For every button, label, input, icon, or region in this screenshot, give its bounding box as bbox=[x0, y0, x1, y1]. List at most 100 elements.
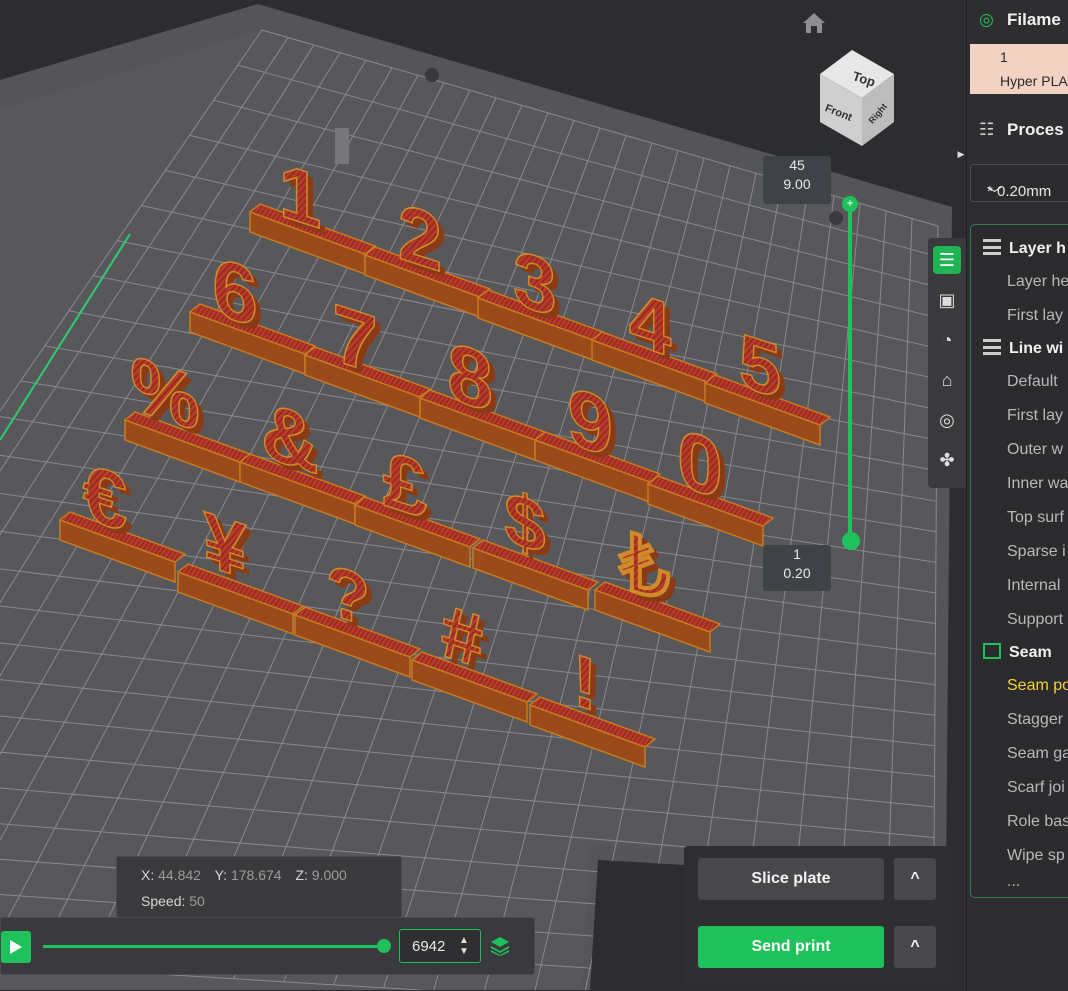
layer-top-number: 45 bbox=[789, 157, 805, 173]
group-line-width-label: Line wi bbox=[1009, 340, 1064, 357]
settings-list: Layer h Layer he First lay Line wi Defau… bbox=[970, 224, 1068, 898]
layer-bottom-number: 1 bbox=[793, 546, 801, 562]
model-glyph-15: ₺ bbox=[618, 515, 671, 621]
setting-top-surface[interactable]: Top surf bbox=[1007, 509, 1064, 527]
send-print-button[interactable]: Send print bbox=[698, 926, 884, 968]
layer-height-icon bbox=[983, 239, 1001, 255]
y-value: 178.674 bbox=[230, 867, 282, 883]
settings-sidebar: ◎ Filame 1 Hyper PLA ☷ Proces ﹀ * 0.20mm L… bbox=[966, 0, 1068, 991]
plate-screw bbox=[829, 211, 843, 225]
process-header: ☷ Proces bbox=[979, 120, 1064, 140]
setting-outer-wall[interactable]: Outer w bbox=[1007, 441, 1063, 459]
speed-value: 50 bbox=[189, 893, 205, 909]
layer-top-label: 45 9.00 bbox=[763, 156, 831, 204]
layer-slider-track[interactable] bbox=[848, 204, 852, 542]
layer-top-height: 9.00 bbox=[783, 176, 811, 192]
group-seam[interactable]: Seam bbox=[983, 643, 1052, 662]
measure-icon[interactable]: ◎ bbox=[933, 406, 961, 434]
setting-internal[interactable]: Internal bbox=[1007, 577, 1060, 595]
view-cube[interactable]: Top Front Right bbox=[808, 44, 898, 154]
filament-slot[interactable]: 1 Hyper PLA bbox=[970, 44, 1068, 94]
process-preset-select[interactable]: ﹀ * 0.20mm bbox=[970, 164, 1068, 203]
x-value: 44.842 bbox=[158, 867, 201, 883]
setting-first-layer-height[interactable]: First lay bbox=[1007, 307, 1063, 325]
send-options-button[interactable]: ^ bbox=[894, 926, 936, 968]
sliders-icon: ☷ bbox=[979, 120, 995, 139]
assembly-icon[interactable]: ✤ bbox=[933, 446, 961, 474]
slice-options-button[interactable]: ^ bbox=[894, 858, 936, 900]
layer-view-icon[interactable]: ☰ bbox=[933, 246, 961, 274]
model-glyph-19: # bbox=[441, 586, 483, 686]
layer-bottom-label: 1 0.20 bbox=[763, 545, 831, 591]
setting-first-layer-width[interactable]: First lay bbox=[1007, 407, 1063, 425]
model-glyph-13: £ bbox=[383, 434, 427, 537]
model-glyph-12: & bbox=[261, 384, 319, 491]
filament-spool-icon: ◎ bbox=[979, 10, 994, 29]
setting-layer-height[interactable]: Layer he bbox=[1007, 273, 1068, 291]
setting-staggered[interactable]: Stagger bbox=[1007, 711, 1063, 729]
filament-title: Filame bbox=[1007, 10, 1061, 29]
group-layer-height[interactable]: Layer h bbox=[983, 239, 1066, 258]
support-icon[interactable]: ⌂ bbox=[933, 366, 961, 394]
layer-bottom-height: 0.20 bbox=[783, 565, 811, 581]
model-glyph-8: 8 bbox=[447, 324, 493, 430]
move-slider-handle[interactable] bbox=[377, 939, 391, 953]
filament-header: ◎ Filame bbox=[979, 10, 1061, 30]
setting-more: ... bbox=[1007, 873, 1021, 890]
model-glyph-7: 7 bbox=[332, 286, 378, 392]
layer-slider-top-handle[interactable]: + bbox=[842, 196, 858, 212]
model-glyph-1: 1 bbox=[279, 146, 321, 246]
layer-slider-bottom-handle[interactable] bbox=[842, 532, 860, 550]
spinner-arrows-icon[interactable]: ▲ ▼ bbox=[459, 935, 469, 957]
setting-seam-gap[interactable]: Seam ga bbox=[1007, 745, 1068, 763]
move-number-input[interactable]: 6942 ▲ ▼ bbox=[399, 929, 481, 963]
group-line-width[interactable]: Line wi bbox=[983, 339, 1063, 358]
speed-gauge-icon[interactable]: ◔ bbox=[933, 326, 961, 354]
move-value: 6942 bbox=[412, 938, 446, 955]
filament-slot-name: Hyper PLA bbox=[1000, 73, 1068, 89]
model-glyph-5: 5 bbox=[739, 316, 781, 416]
model-glyph-16: ¥ bbox=[203, 495, 247, 596]
model-glyph-6: 6 bbox=[212, 239, 258, 345]
model-glyph-4: 4 bbox=[629, 274, 671, 374]
home-icon[interactable] bbox=[801, 11, 827, 35]
cursor-info-box: X: 44.842 Y: 178.674 Z: 9.000 Speed: 50 bbox=[116, 856, 402, 918]
setting-seam-position[interactable]: Seam po bbox=[1007, 677, 1068, 695]
setting-sparse-infill[interactable]: Sparse i bbox=[1007, 543, 1066, 561]
layers-toggle-icon[interactable] bbox=[489, 935, 511, 957]
setting-wipe-speed[interactable]: Wipe sp bbox=[1007, 847, 1065, 865]
speed-label: Speed: bbox=[141, 893, 186, 909]
seam-icon bbox=[983, 643, 1001, 659]
model-glyph-10: 0 bbox=[677, 411, 723, 517]
z-value: 9.000 bbox=[311, 867, 347, 883]
plate-screw bbox=[425, 68, 439, 82]
process-title: Proces bbox=[1007, 120, 1064, 139]
model-glyph-14: € bbox=[83, 447, 127, 550]
model-glyph-18: ? bbox=[326, 548, 370, 643]
move-slider-track[interactable] bbox=[43, 945, 385, 948]
setting-role-based[interactable]: Role bas bbox=[1007, 813, 1068, 831]
slice-plate-button[interactable]: Slice plate bbox=[698, 858, 884, 900]
line-width-icon bbox=[983, 339, 1001, 355]
model-glyph-9: 9 bbox=[567, 369, 613, 475]
preset-value: * 0.20mm bbox=[987, 183, 1052, 200]
model-glyph-2: 2 bbox=[398, 187, 442, 290]
z-label: Z: bbox=[295, 867, 308, 883]
3d-viewport[interactable]: 1 1 2 2 3 3 4 4 5 5 6 6 7 7 8 8 9 9 0 0%% & & £ £ € € ₺ ₺ ¥ ¥ $ $?? # #!!… bbox=[0, 0, 966, 991]
setting-inner-wall[interactable]: Inner wa bbox=[1007, 475, 1068, 493]
model-glyph-3: 3 bbox=[513, 233, 556, 334]
setting-scarf-joint[interactable]: Scarf joi bbox=[1007, 779, 1065, 797]
gcode-playback-bar: 6942 ▲ ▼ bbox=[0, 917, 535, 975]
group-seam-label: Seam bbox=[1009, 644, 1052, 661]
model-glyph-17: $ bbox=[504, 475, 545, 571]
filament-slot-number: 1 bbox=[1000, 49, 1008, 65]
prime-tower bbox=[335, 128, 349, 164]
view-toolstrip: ☰ ▣ ◔ ⌂ ◎ ✤ bbox=[928, 238, 966, 488]
setting-default-width[interactable]: Default bbox=[1007, 373, 1058, 391]
play-button[interactable] bbox=[1, 931, 31, 963]
bounding-box-icon[interactable]: ▣ bbox=[933, 286, 961, 314]
model-glyph-20: ! bbox=[573, 638, 598, 729]
y-label: Y: bbox=[214, 867, 228, 883]
setting-support[interactable]: Support bbox=[1007, 611, 1063, 629]
group-layer-height-label: Layer h bbox=[1009, 240, 1066, 257]
